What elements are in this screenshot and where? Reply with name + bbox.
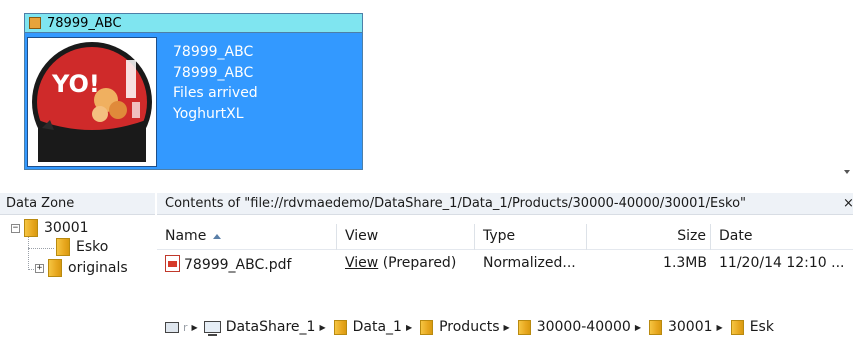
breadcrumb-separator-icon[interactable]: ▶ bbox=[717, 323, 723, 332]
column-header-date[interactable]: Date bbox=[711, 224, 853, 250]
tree-item-label: originals bbox=[68, 260, 128, 276]
job-card-line: 78999_ABC bbox=[173, 64, 254, 81]
network-share-icon bbox=[203, 321, 221, 336]
file-view-cell: View (Prepared) bbox=[345, 255, 456, 271]
column-header-label: View bbox=[345, 228, 379, 244]
yoghurt-lid-image: YO! bbox=[28, 38, 156, 166]
folder-icon bbox=[48, 259, 62, 277]
tree-item-label: Esko bbox=[76, 239, 109, 255]
breadcrumb-item[interactable]: Esk bbox=[750, 319, 774, 335]
column-header-label: Date bbox=[719, 228, 753, 244]
breadcrumb: r ▶ DataShare_1 ▶ Data_1 ▶ Products ▶ 30… bbox=[157, 316, 853, 338]
folder-tree: − 30001 Esko + originals bbox=[0, 216, 155, 326]
column-header-label: Size bbox=[677, 228, 706, 244]
tree-guide-line bbox=[28, 232, 29, 270]
close-icon[interactable]: × bbox=[843, 196, 853, 211]
tree-item-esko[interactable]: Esko bbox=[56, 238, 108, 256]
folder-icon bbox=[517, 319, 531, 335]
pdf-file-icon bbox=[165, 255, 180, 272]
folder-icon bbox=[420, 319, 434, 335]
file-type-cell: Normalized... bbox=[483, 255, 576, 271]
job-card-line: Files arrived bbox=[173, 85, 258, 101]
job-icon bbox=[29, 17, 41, 29]
view-state: (Prepared) bbox=[382, 255, 457, 271]
job-card-line: 78999_ABC bbox=[173, 44, 254, 60]
breadcrumb-separator-icon[interactable]: ▶ bbox=[319, 323, 325, 332]
job-card-details: 78999_ABC 78999_ABC Files arrived Yoghur… bbox=[173, 42, 258, 124]
job-card-line: YoghurtXL bbox=[173, 105, 244, 122]
tree-item-originals[interactable]: + originals bbox=[35, 259, 128, 277]
file-name-cell[interactable]: 78999_ABC.pdf bbox=[165, 255, 291, 273]
job-thumbnail[interactable]: YO! bbox=[27, 37, 157, 167]
folder-icon bbox=[24, 219, 38, 237]
column-header-type[interactable]: Type bbox=[475, 224, 587, 250]
folder-icon bbox=[333, 319, 347, 335]
tree-guide-line bbox=[28, 248, 54, 249]
column-header-view[interactable]: View bbox=[337, 224, 475, 250]
contents-header: Contents of "file://rdvmaedemo/DataShare… bbox=[157, 193, 853, 215]
column-header-name[interactable]: Name bbox=[157, 224, 337, 250]
file-date-cell: 11/20/14 12:10 ... bbox=[719, 255, 845, 271]
breadcrumb-separator-icon[interactable]: ▶ bbox=[406, 323, 412, 332]
breadcrumb-item[interactable]: 30001 bbox=[668, 319, 713, 335]
breadcrumb-item[interactable]: Data_1 bbox=[353, 319, 402, 335]
svg-text:YO!: YO! bbox=[51, 70, 100, 98]
tree-item-label: 30001 bbox=[44, 220, 89, 236]
breadcrumb-item[interactable]: Products bbox=[439, 319, 499, 335]
data-zone-header: Data Zone bbox=[0, 193, 155, 215]
column-header-label: Type bbox=[483, 228, 516, 244]
expand-icon[interactable]: + bbox=[35, 263, 44, 273]
collapse-icon[interactable]: − bbox=[11, 223, 20, 233]
sort-ascending-icon bbox=[213, 233, 222, 239]
file-name: 78999_ABC.pdf bbox=[184, 257, 292, 273]
computer-icon[interactable] bbox=[165, 321, 179, 333]
folder-icon bbox=[648, 319, 662, 335]
job-card[interactable]: 78999_ABC YO! 78999_ABC 78999_ABC Files … bbox=[24, 13, 363, 170]
view-link[interactable]: View bbox=[345, 255, 378, 271]
breadcrumb-item[interactable]: 30000-40000 bbox=[537, 319, 631, 335]
job-card-title-bar: 78999_ABC bbox=[25, 14, 362, 33]
job-card-title: 78999_ABC bbox=[47, 15, 122, 31]
file-size-cell: 1.3MB bbox=[663, 255, 707, 271]
scroll-down-arrow-icon[interactable] bbox=[844, 170, 850, 174]
column-header-label: Name bbox=[165, 228, 207, 244]
column-header-size[interactable]: Size bbox=[587, 224, 711, 250]
breadcrumb-separator-icon[interactable]: ▶ bbox=[504, 323, 510, 332]
folder-icon bbox=[56, 238, 70, 256]
breadcrumb-item[interactable]: DataShare_1 bbox=[226, 319, 316, 335]
breadcrumb-separator-icon[interactable]: ▶ bbox=[192, 323, 198, 332]
breadcrumb-separator-icon[interactable]: ▶ bbox=[635, 323, 641, 332]
folder-icon bbox=[730, 319, 744, 335]
tree-item-30001[interactable]: − 30001 bbox=[11, 219, 89, 237]
breadcrumb-root[interactable]: r bbox=[183, 321, 188, 334]
